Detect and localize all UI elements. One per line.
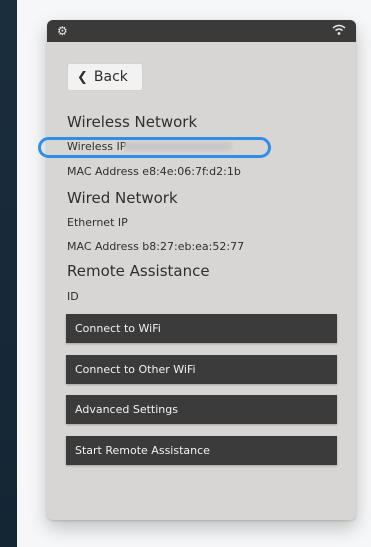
wireless-network-heading: Wireless Network (67, 113, 198, 131)
gear-icon[interactable]: ⚙ (57, 24, 68, 38)
wireless-ip-highlight (38, 137, 271, 158)
back-button-label: Back (93, 69, 128, 85)
remote-id-label: ID (67, 290, 79, 303)
ethernet-ip-label: Ethernet IP (67, 216, 128, 229)
wifi-icon (332, 24, 346, 35)
wireless-mac-address: MAC Address e8:4e:06:7f:d2:1b (67, 165, 241, 178)
remote-assistance-heading: Remote Assistance (67, 262, 210, 280)
connect-other-wifi-label: Connect to Other WiFi (75, 363, 196, 376)
connect-wifi-button[interactable]: Connect to WiFi (66, 314, 337, 343)
wired-mac-address: MAC Address b8:27:eb:ea:52:77 (67, 240, 245, 253)
start-remote-assistance-button[interactable]: Start Remote Assistance (66, 436, 337, 465)
left-sidebar-strip (0, 0, 17, 547)
chevron-left-icon: ❮ (77, 69, 88, 85)
start-remote-assistance-label: Start Remote Assistance (75, 444, 210, 457)
connect-wifi-label: Connect to WiFi (75, 322, 161, 335)
back-button[interactable]: ❮ Back (67, 63, 143, 91)
connect-other-wifi-button[interactable]: Connect to Other WiFi (66, 355, 337, 384)
wired-network-heading: Wired Network (67, 189, 178, 207)
advanced-settings-button[interactable]: Advanced Settings (66, 395, 337, 424)
advanced-settings-label: Advanced Settings (75, 403, 178, 416)
device-status-bar: ⚙ (47, 20, 356, 42)
